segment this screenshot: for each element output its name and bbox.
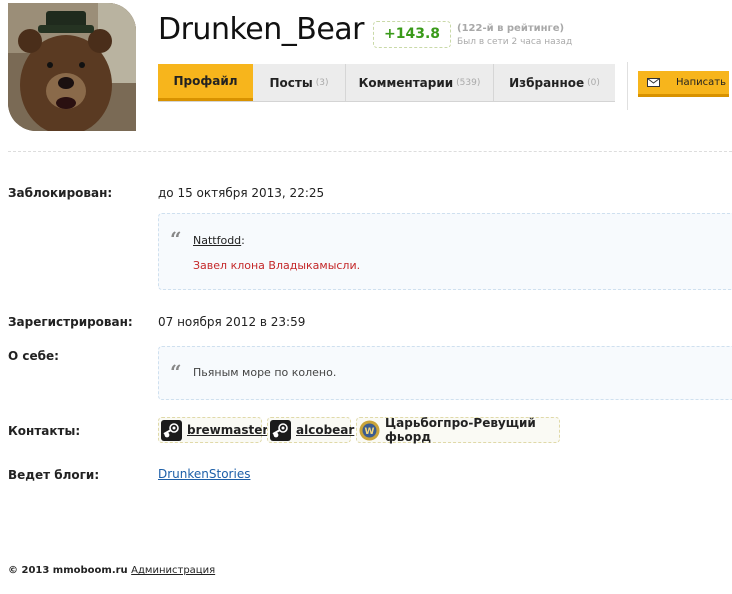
divider [8,151,732,152]
tab-profile[interactable]: Профайл [158,64,253,101]
write-button-label: Написать [676,77,727,88]
contact-name: Царьбогпро-Ревущий фьорд [385,416,536,444]
quote-text: Завел клона Владыкамысли. [193,259,361,272]
tab-label: Посты [269,75,313,90]
contact-wow-character[interactable]: W Царьбогпро-Ревущий фьорд [356,416,560,444]
blocked-label: Заблокирован: [8,186,113,200]
blogs-label: Ведет блоги: [8,468,100,482]
wow-icon: W [359,420,380,441]
about-text: Пьяным море по колено. [193,366,337,379]
quote-author: Nattfodd: [193,234,245,247]
rating-rank: (122-й в рейтинге) [457,23,565,34]
rating-badge: +143.8 [373,21,452,48]
username: Drunken_Bear [158,12,365,47]
admin-link[interactable]: Администрация [131,565,215,576]
profile-tabs: Профайл Посты (3) Комментарии (539) Избр… [158,64,615,102]
block-reason-quote: “ Nattfodd: Завел клона Владыкамысли. [158,213,732,290]
quote-icon: “ [170,227,182,251]
contact-name: brewmaster [187,423,269,437]
divider [627,62,628,110]
about-quote: “ Пьяным море по колено. [158,346,732,400]
envelope-icon [647,78,660,87]
tab-favorites[interactable]: Избранное (0) [494,64,615,101]
tab-posts[interactable]: Посты (3) [253,64,346,101]
author-link[interactable]: Nattfodd [193,234,241,247]
tab-count: (539) [456,77,481,88]
tab-label: Избранное [509,75,585,90]
quote-icon: “ [170,360,182,384]
copyright: © 2013 mmoboom.ru [8,565,128,576]
blog-link[interactable]: DrunkenStories [158,467,250,481]
contact-steam-brewmaster[interactable]: brewmaster [158,417,268,443]
steam-icon [161,419,182,441]
tab-label: Комментарии [358,75,454,90]
footer: © 2013 mmoboom.ru Администрация [8,565,215,576]
registered-value: 07 ноября 2012 в 23:59 [158,315,306,329]
blocked-value: до 15 октября 2013, 22:25 [158,186,325,200]
svg-text:W: W [365,427,375,437]
contact-name: alcobear [296,423,355,437]
about-label: О себе: [8,349,59,363]
steam-icon [270,419,291,441]
contact-steam-alcobear[interactable]: alcobear [267,417,355,443]
contacts-label: Контакты: [8,424,81,438]
avatar [8,3,136,131]
tab-label: Профайл [173,74,238,88]
last-seen: Был в сети 2 часа назад [457,37,573,47]
registered-label: Зарегистрирован: [8,315,133,329]
write-message-button[interactable]: Написать [638,71,729,97]
tab-comments[interactable]: Комментарии (539) [346,64,494,101]
tab-count: (0) [587,77,600,88]
tab-count: (3) [315,77,329,88]
